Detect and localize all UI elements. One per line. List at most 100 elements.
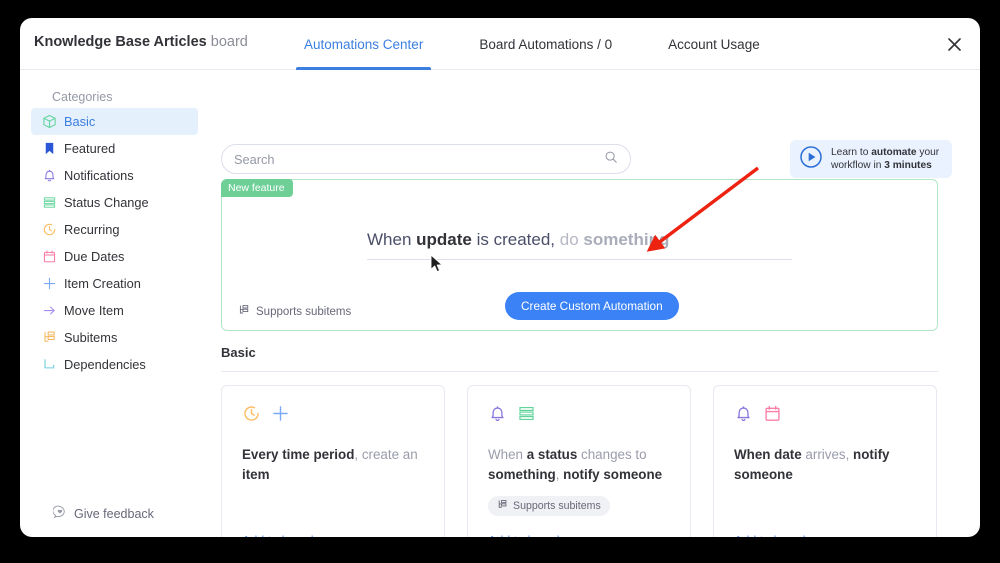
sentence-trigger[interactable]: update — [416, 230, 472, 249]
recipe-icons — [242, 404, 424, 428]
recipe-card-list: Every time period, create an item Add to… — [221, 385, 938, 537]
bookmark-icon — [42, 141, 64, 156]
add-to-board-button[interactable]: Add to board — [488, 534, 560, 537]
clock-icon — [42, 222, 64, 237]
sidebar-item-recurring[interactable]: Recurring — [31, 216, 198, 243]
sidebar-item-subitems[interactable]: Subitems — [31, 324, 198, 351]
recipe-part: item — [242, 467, 270, 482]
plus-icon — [271, 404, 290, 428]
recipe-part: a status — [526, 447, 578, 462]
arrow-right-icon — [42, 303, 64, 318]
modal-header: Knowledge Base Articles board Automation… — [20, 18, 980, 70]
promo-line2-bold: 3 minutes — [884, 160, 932, 171]
search-wrapper — [221, 144, 631, 174]
clock-icon — [242, 404, 261, 428]
sidebar-item-label: Item Creation — [64, 276, 141, 291]
sidebar-item-label: Featured — [64, 141, 116, 156]
search-box[interactable] — [221, 144, 631, 174]
main-content: Learn to automate your workflow in 3 min… — [220, 70, 980, 537]
tab-automations-center[interactable]: Automations Center — [296, 18, 432, 70]
recipe-part: When date — [734, 447, 802, 462]
close-icon[interactable] — [942, 32, 966, 56]
bell-icon — [488, 404, 507, 428]
sidebar-item-label: Basic — [64, 114, 96, 129]
custom-automation-card[interactable]: New feature When update is created, do s… — [221, 179, 938, 331]
recipe-part: something — [488, 467, 556, 482]
promo-line1-pre: Learn to — [831, 147, 872, 158]
create-custom-automation-button[interactable]: Create Custom Automation — [505, 292, 679, 320]
feedback-bubble-icon — [52, 505, 67, 522]
tab-account-usage[interactable]: Account Usage — [660, 18, 768, 70]
add-to-board-button[interactable]: Add to board — [242, 534, 314, 537]
promo-line1-post: your — [916, 147, 940, 158]
promo-line2-pre: workflow in — [831, 160, 885, 171]
sidebar-item-featured[interactable]: Featured — [31, 135, 198, 162]
sentence-do: do — [555, 230, 584, 249]
sidebar-item-label: Subitems — [64, 330, 118, 345]
sidebar-item-basic[interactable]: Basic — [31, 108, 198, 135]
recipe-card-date-arrives[interactable]: When date arrives, notify someone Add to… — [713, 385, 937, 537]
recipe-card-every-time-period[interactable]: Every time period, create an item Add to… — [221, 385, 445, 537]
search-icon[interactable] — [604, 150, 618, 169]
subitems-icon — [238, 304, 250, 319]
recipe-icons — [734, 404, 916, 428]
category-list: Basic Featured Notifications Status Chan… — [31, 108, 198, 378]
tab-board-automations[interactable]: Board Automations / 0 — [471, 18, 620, 70]
subitems-note-label: Supports subitems — [256, 305, 352, 318]
search-input[interactable] — [234, 151, 604, 167]
recipe-part: , create an — [354, 447, 418, 462]
recipe-part: When — [488, 447, 527, 462]
calendar-icon — [763, 404, 782, 428]
subitems-icon — [497, 499, 508, 513]
learn-to-automate-banner[interactable]: Learn to automate your workflow in 3 min… — [790, 140, 952, 178]
recipe-card-status-changes[interactable]: When a status changes to something, noti… — [467, 385, 691, 537]
sidebar-item-label: Notifications — [64, 168, 134, 183]
sidebar-item-label: Status Change — [64, 195, 149, 210]
recipe-text: Every time period, create an item — [242, 445, 424, 485]
recipe-text: When a status changes to something, noti… — [488, 445, 670, 485]
add-to-board-button[interactable]: Add to board — [734, 534, 806, 537]
status-bars-icon — [42, 195, 64, 210]
new-feature-badge: New feature — [221, 179, 293, 197]
calendar-icon — [42, 249, 64, 264]
sidebar-item-label: Move Item — [64, 303, 124, 318]
play-icon[interactable] — [799, 145, 823, 174]
recipe-text: When date arrives, notify someone — [734, 445, 916, 485]
modal-body: Categories Basic Featured Notifications … — [20, 70, 980, 537]
recipe-icons — [488, 404, 670, 428]
section-title-basic: Basic — [221, 345, 938, 372]
sidebar-item-due-dates[interactable]: Due Dates — [31, 243, 198, 270]
recipe-part: notify someone — [563, 467, 663, 482]
feedback-label: Give feedback — [74, 506, 154, 521]
status-bars-icon — [517, 404, 536, 428]
recipe-part: Every time period — [242, 447, 355, 462]
sidebar-item-label: Recurring — [64, 222, 120, 237]
chip-label: Supports subitems — [513, 500, 601, 512]
tab-bar: Automations Center Board Automations / 0… — [296, 18, 768, 70]
supports-subitems-chip: Supports subitems — [488, 496, 610, 516]
plus-icon — [42, 276, 64, 291]
page-title: Knowledge Base Articles board — [34, 34, 248, 50]
board-suffix: board — [210, 34, 248, 50]
sidebar-item-label: Dependencies — [64, 357, 146, 372]
recipe-part: arrives, — [801, 447, 854, 462]
sidebar: Categories Basic Featured Notifications … — [20, 70, 220, 537]
sidebar-item-notifications[interactable]: Notifications — [31, 162, 198, 189]
dependency-icon — [42, 357, 64, 372]
sentence-action[interactable]: something — [583, 230, 669, 249]
categories-label: Categories — [52, 90, 113, 104]
subitems-icon — [42, 330, 64, 345]
sidebar-item-label: Due Dates — [64, 249, 125, 264]
recipe-part: changes to — [577, 447, 647, 462]
sidebar-item-item-creation[interactable]: Item Creation — [31, 270, 198, 297]
sidebar-item-dependencies[interactable]: Dependencies — [31, 351, 198, 378]
supports-subitems-note: Supports subitems — [238, 304, 351, 319]
cube-icon — [42, 114, 64, 129]
board-name: Knowledge Base Articles — [34, 34, 207, 50]
sidebar-item-status-change[interactable]: Status Change — [31, 189, 198, 216]
sentence-when: When — [367, 230, 417, 249]
give-feedback-button[interactable]: Give feedback — [52, 505, 154, 522]
sidebar-item-move-item[interactable]: Move Item — [31, 297, 198, 324]
automations-modal: Knowledge Base Articles board Automation… — [20, 18, 980, 537]
promo-text: Learn to automate your workflow in 3 min… — [831, 146, 939, 172]
